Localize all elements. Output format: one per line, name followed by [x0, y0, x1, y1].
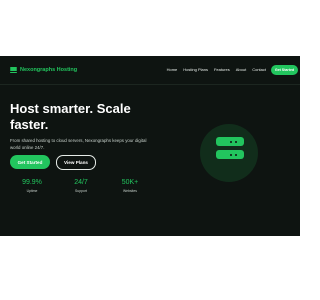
- hero-subtitle: From shared hosting to cloud servers, Ne…: [10, 138, 147, 150]
- brand-name: Nexongraphs Hosting: [20, 67, 78, 73]
- stats-row: 99.9% Uptime 24/7 Support 50K+ Websites: [0, 179, 300, 199]
- stat-value: 50K+: [121, 179, 139, 186]
- stat-label: Support: [75, 189, 87, 193]
- server-unit-top: [216, 137, 244, 146]
- nav-link-contact[interactable]: Contact: [252, 67, 266, 72]
- stat-label: Uptime: [26, 189, 38, 193]
- stat-value: 24/7: [74, 179, 88, 186]
- server-unit-bottom: [216, 150, 244, 159]
- stat-label: Websites: [123, 189, 137, 193]
- nav-link-home[interactable]: Home: [167, 67, 178, 72]
- hero-title: Host smarter. Scale faster.: [10, 101, 131, 132]
- stat-websites: 50K+ Websites: [110, 179, 150, 193]
- stat-uptime: 99.9% Uptime: [12, 179, 52, 193]
- top-navbar: Nexongraphs Hosting Home Hosting Plans F…: [0, 56, 300, 85]
- get-started-button[interactable]: Get Started: [10, 155, 50, 169]
- nav-link-hosting-plans[interactable]: Hosting Plans: [183, 67, 208, 72]
- nav-get-started-button[interactable]: Get Started: [271, 65, 298, 75]
- nav-link-features[interactable]: Features: [214, 67, 230, 72]
- nav-links: Home Hosting Plans Features About Contac…: [167, 67, 266, 72]
- stat-support: 24/7 Support: [61, 179, 101, 193]
- view-plans-button[interactable]: View Plans: [56, 155, 96, 170]
- stack-icon: [10, 67, 17, 73]
- nav-link-about[interactable]: About: [236, 67, 246, 72]
- brand-logo[interactable]: Nexongraphs Hosting: [10, 66, 77, 74]
- stat-value: 99.9%: [22, 179, 42, 186]
- landing-page: Nexongraphs Hosting Home Hosting Plans F…: [0, 56, 300, 236]
